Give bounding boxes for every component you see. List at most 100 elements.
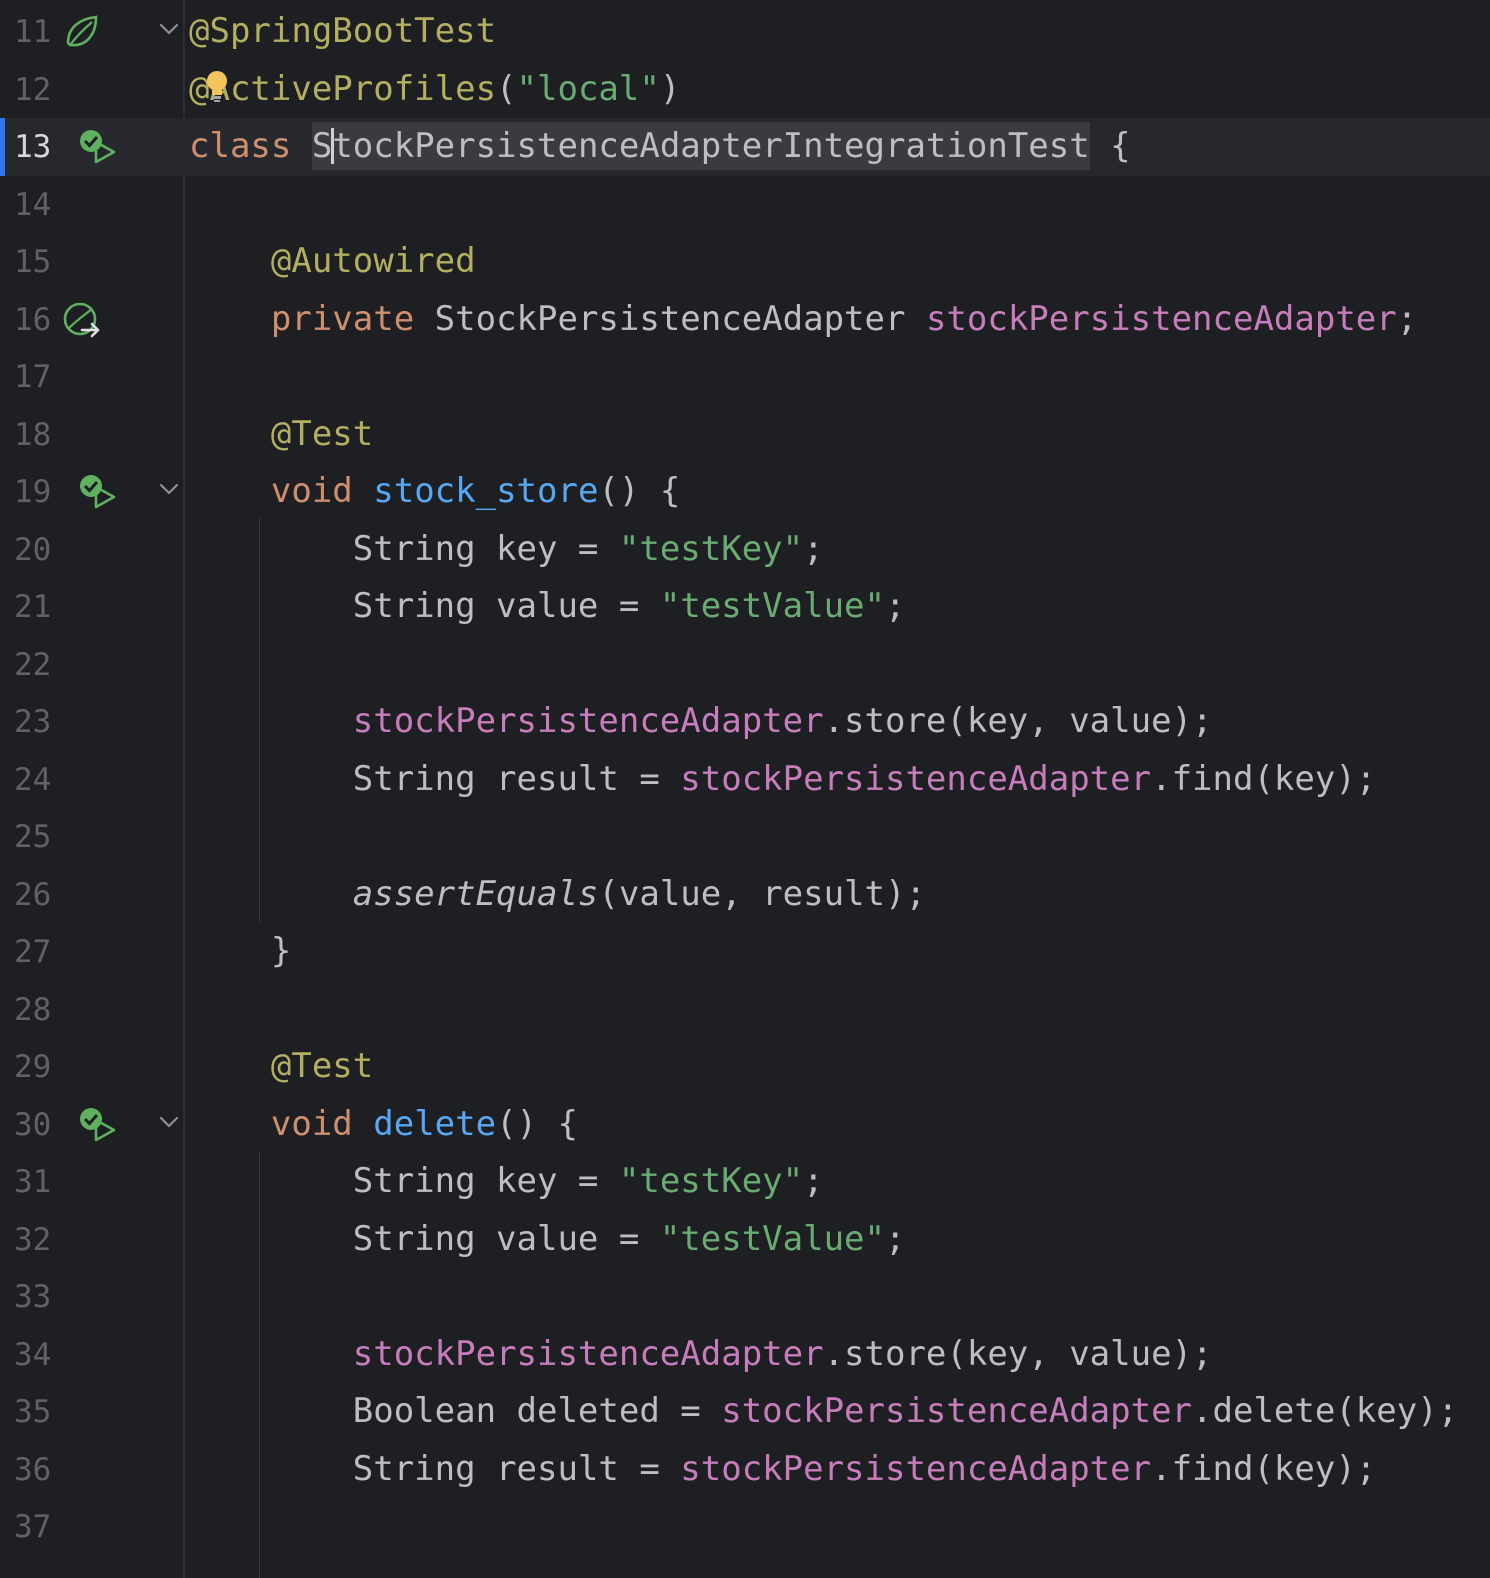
- code-token: stockPersistenceAdapter: [352, 701, 824, 741]
- code-token: ): [659, 68, 681, 109]
- run-test-passed-icon[interactable]: [78, 1106, 118, 1146]
- code-line[interactable]: 11 @SpringBootTest: [0, 3, 1490, 61]
- lightbulb-icon[interactable]: [205, 70, 229, 106]
- code-line[interactable]: 20 String key = "testKey";: [0, 521, 1490, 579]
- code-line[interactable]: 34 stockPersistenceAdapter.store(key, va…: [0, 1326, 1490, 1384]
- code-token: "local": [516, 68, 660, 109]
- code-line[interactable]: 14: [0, 176, 1490, 234]
- line-number[interactable]: 27: [14, 933, 74, 971]
- line-number[interactable]: 31: [14, 1163, 74, 1201]
- code-text[interactable]: }: [189, 931, 291, 971]
- code-line[interactable]: 32 String value = "testValue";: [0, 1211, 1490, 1269]
- code-token: "testValue": [659, 586, 885, 626]
- line-number[interactable]: 12: [14, 71, 74, 109]
- code-text[interactable]: class StockPersistenceAdapterIntegration…: [189, 122, 1131, 170]
- run-test-passed-icon[interactable]: [78, 128, 118, 168]
- code-text[interactable]: stockPersistenceAdapter.store(key, value…: [189, 1334, 1213, 1374]
- code-text[interactable]: String key = "testKey";: [189, 529, 824, 569]
- code-line[interactable]: 18 @Test: [0, 406, 1490, 464]
- line-number[interactable]: 18: [14, 416, 74, 454]
- code-line[interactable]: 22: [0, 636, 1490, 694]
- code-text[interactable]: Boolean deleted = stockPersistenceAdapte…: [189, 1391, 1458, 1431]
- code-text[interactable]: String result = stockPersistenceAdapter.…: [189, 1449, 1377, 1489]
- code-text[interactable]: @Test: [189, 1046, 373, 1086]
- run-test-passed-icon[interactable]: [78, 473, 118, 513]
- code-line[interactable]: 13 class StockPersistenceAdapterIntegrati…: [0, 118, 1490, 176]
- line-number[interactable]: 28: [14, 991, 74, 1029]
- code-text[interactable]: String value = "testValue";: [189, 586, 906, 626]
- fold-chevron-icon[interactable]: [157, 477, 181, 501]
- code-token: String key =: [189, 1161, 619, 1201]
- line-number[interactable]: 29: [14, 1048, 74, 1086]
- code-token: assertEquals: [352, 873, 599, 914]
- code-line[interactable]: 15 @Autowired: [0, 233, 1490, 291]
- code-text[interactable]: String result = stockPersistenceAdapter.…: [189, 758, 1377, 799]
- line-number[interactable]: 25: [14, 818, 74, 856]
- code-token: ;: [1396, 298, 1418, 339]
- code-text[interactable]: String key = "testKey";: [189, 1161, 824, 1201]
- line-number[interactable]: 34: [14, 1336, 74, 1374]
- bean-navigate-icon[interactable]: [62, 301, 102, 341]
- code-line[interactable]: 35 Boolean deleted = stockPersistenceAda…: [0, 1383, 1490, 1441]
- code-text[interactable]: void stock_store() {: [189, 471, 680, 511]
- code-text[interactable]: @ActiveProfiles("local"): [189, 69, 680, 109]
- code-token: String result =: [189, 758, 681, 799]
- line-number[interactable]: 33: [14, 1278, 74, 1316]
- code-text[interactable]: stockPersistenceAdapter.store(key, value…: [189, 701, 1213, 741]
- line-number[interactable]: 32: [14, 1221, 74, 1259]
- code-line[interactable]: 31 String key = "testKey";: [0, 1153, 1490, 1211]
- line-number[interactable]: 13: [14, 128, 74, 166]
- code-token: stockPersistenceAdapter: [352, 1333, 824, 1374]
- code-text[interactable]: @SpringBootTest: [189, 11, 496, 51]
- code-line[interactable]: 25: [0, 808, 1490, 866]
- code-text[interactable]: String value = "testValue";: [189, 1218, 906, 1259]
- line-number[interactable]: 26: [14, 876, 74, 914]
- code-editor[interactable]: 11 @SpringBootTest 12 @ActiveProfiles("loca…: [0, 0, 1490, 1578]
- fold-chevron-icon[interactable]: [157, 1110, 181, 1134]
- code-text[interactable]: void delete() {: [189, 1104, 578, 1144]
- code-token: ;: [884, 1218, 906, 1259]
- code-text[interactable]: assertEquals(value, result);: [189, 874, 926, 914]
- code-token: {: [1089, 126, 1131, 166]
- code-line[interactable]: 33: [0, 1268, 1490, 1326]
- code-line[interactable]: 29 @Test: [0, 1038, 1490, 1096]
- code-token: (value, result);: [598, 873, 926, 914]
- line-number[interactable]: 21: [14, 588, 74, 626]
- code-line[interactable]: 21 String value = "testValue";: [0, 578, 1490, 636]
- line-number[interactable]: 30: [14, 1106, 74, 1144]
- line-number[interactable]: 20: [14, 531, 74, 569]
- code-token: stock_store: [373, 471, 599, 511]
- line-number[interactable]: 24: [14, 761, 74, 799]
- code-text[interactable]: @Autowired: [189, 241, 476, 281]
- code-text[interactable]: private StockPersistenceAdapter stockPer…: [189, 299, 1417, 339]
- code-line[interactable]: 17: [0, 348, 1490, 406]
- line-number[interactable]: 14: [14, 186, 74, 224]
- line-number[interactable]: 17: [14, 358, 74, 396]
- code-line[interactable]: 37: [0, 1498, 1490, 1556]
- code-line[interactable]: 30 void delete() {: [0, 1096, 1490, 1154]
- code-line[interactable]: 24 String result = stockPersistenceAdapt…: [0, 751, 1490, 809]
- text-caret: [330, 128, 334, 164]
- line-number[interactable]: 37: [14, 1508, 74, 1546]
- code-line[interactable]: 23 stockPersistenceAdapter.store(key, va…: [0, 693, 1490, 751]
- line-number[interactable]: 19: [14, 473, 74, 511]
- line-number[interactable]: 22: [14, 646, 74, 684]
- fold-chevron-icon[interactable]: [157, 17, 181, 41]
- code-line[interactable]: 28: [0, 981, 1490, 1039]
- code-text[interactable]: @Test: [189, 414, 373, 454]
- code-token: Boolean deleted =: [189, 1391, 722, 1431]
- code-line[interactable]: 16 private StockPersistenceAdapter stock…: [0, 291, 1490, 349]
- line-number[interactable]: 35: [14, 1393, 74, 1431]
- line-number[interactable]: 23: [14, 703, 74, 741]
- code-token: String key =: [189, 528, 619, 569]
- line-number[interactable]: 15: [14, 243, 74, 281]
- spring-bean-leaf-icon[interactable]: [62, 13, 102, 53]
- code-line[interactable]: 19 void stock_store() {: [0, 463, 1490, 521]
- code-line[interactable]: 27 }: [0, 923, 1490, 981]
- code-line[interactable]: 26 assertEquals(value, result);: [0, 866, 1490, 924]
- line-number[interactable]: 36: [14, 1451, 74, 1489]
- code-line[interactable]: 36 String result = stockPersistenceAdapt…: [0, 1441, 1490, 1499]
